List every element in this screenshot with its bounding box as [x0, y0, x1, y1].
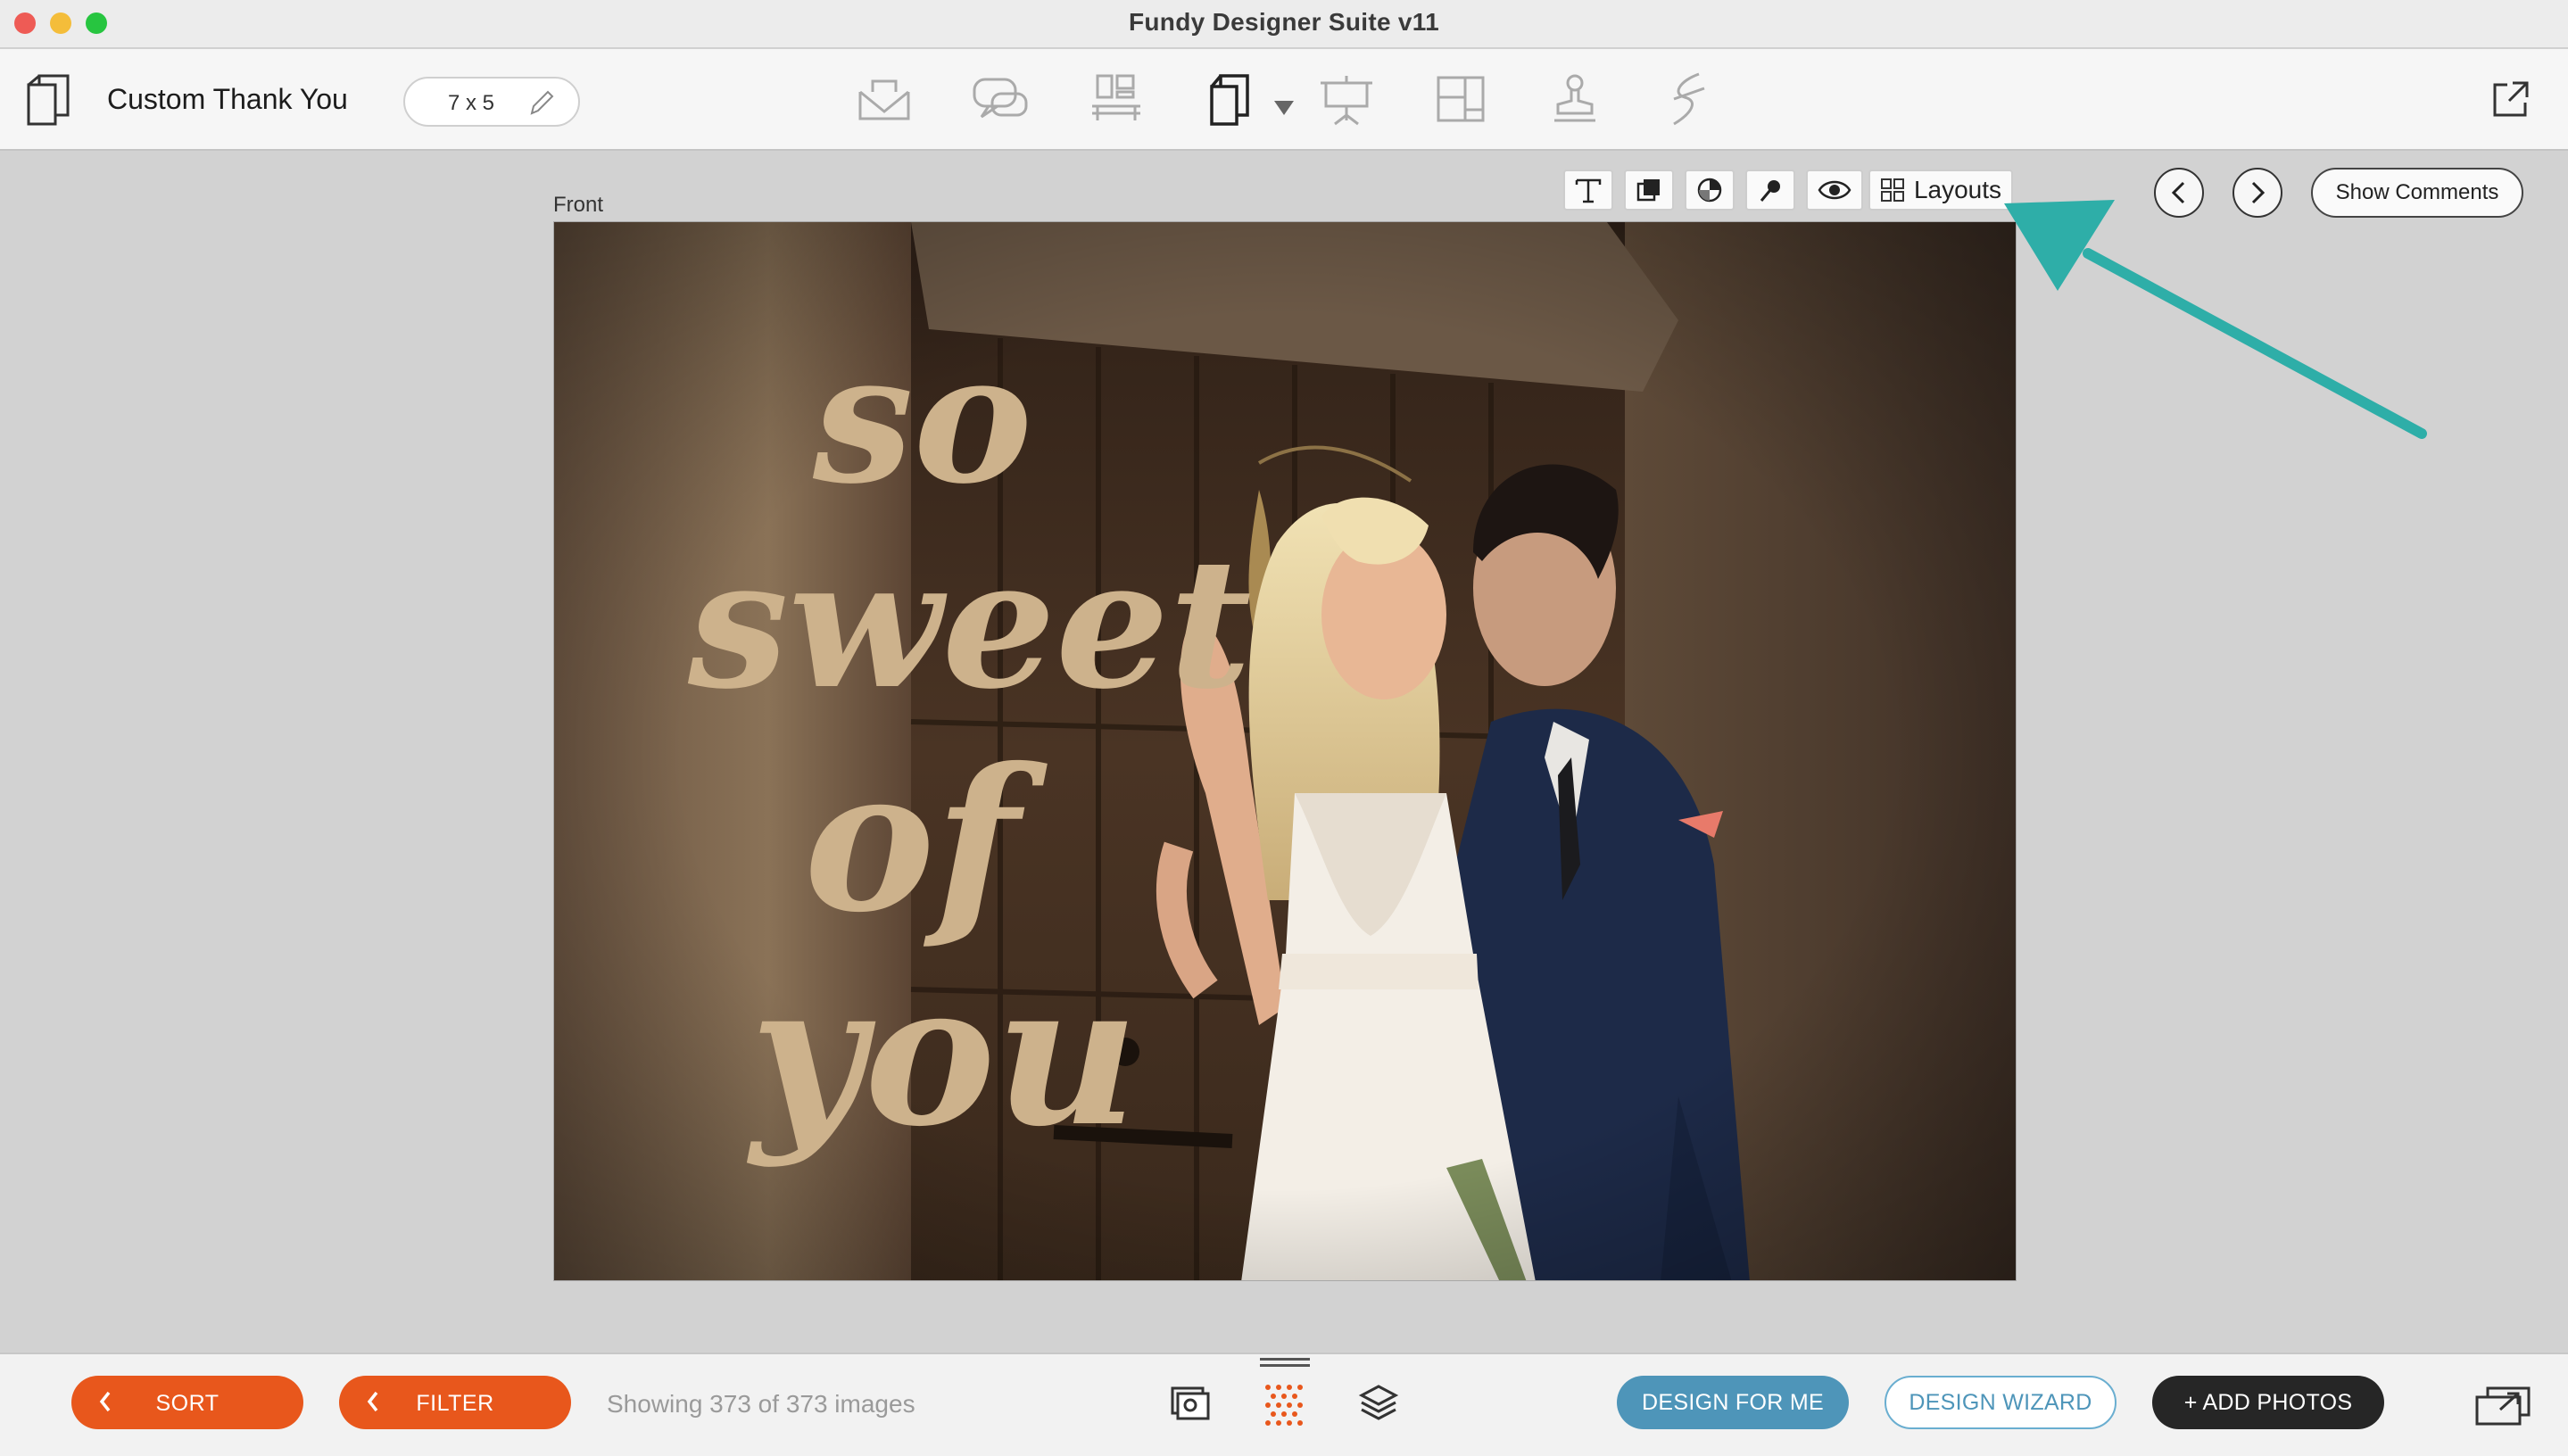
wall-art-icon[interactable] — [1085, 69, 1147, 131]
overlay-word-of: of — [804, 724, 1048, 956]
overlay-word-you: you — [746, 939, 1139, 1170]
color-tool-button[interactable] — [1685, 170, 1735, 211]
image-count-status: Showing 373 of 373 images — [607, 1390, 915, 1418]
annotation-arrow — [2004, 200, 2427, 439]
text-tool-button[interactable] — [1563, 170, 1613, 211]
active-product-caret — [1274, 101, 1294, 115]
popout-window-icon[interactable] — [2489, 78, 2532, 120]
preview-eye-icon — [1818, 180, 1851, 200]
size-value: 7 x 5 — [448, 91, 495, 115]
eyedropper-tool-icon — [1760, 180, 1780, 202]
layer-tool-icon — [1636, 179, 1660, 202]
card-side-label: Front — [553, 193, 604, 217]
sort-button[interactable]: SORT — [71, 1376, 303, 1429]
add-photos-button[interactable]: + ADD PHOTOS — [2152, 1376, 2384, 1429]
bottom-bar: SORT FILTER Showing 373 of 373 images DE… — [0, 1353, 2568, 1456]
window-titlebar: Fundy Designer Suite v11 — [0, 0, 2568, 48]
dot-grid-icon[interactable] — [1262, 1381, 1306, 1426]
filter-label: FILTER — [416, 1391, 494, 1416]
project-title[interactable]: Custom Thank You — [107, 83, 348, 116]
layer-tool-button[interactable] — [1624, 170, 1674, 211]
panel-resize-grip[interactable] — [1260, 1358, 1310, 1369]
speech-bubble-icon[interactable] — [969, 69, 1031, 131]
overlay-word-sweet: sweet — [687, 519, 1252, 729]
photo-stack-icon[interactable] — [1169, 1381, 1214, 1426]
product-card-icon — [27, 74, 70, 126]
text-tool-icon — [1575, 178, 1602, 203]
preview-button[interactable] — [1806, 170, 1863, 211]
window-title: Fundy Designer Suite v11 — [1129, 8, 1439, 36]
size-selector[interactable]: 7 x 5 — [403, 77, 580, 127]
main-toolbar: Custom Thank You 7 x 5 — [0, 49, 2568, 151]
layouts-grid-icon — [1880, 178, 1904, 202]
pencil-icon — [530, 90, 554, 115]
overlay-word-so: so — [812, 314, 1032, 524]
card-icon[interactable] — [1199, 69, 1262, 131]
layout-icon[interactable] — [1429, 69, 1492, 131]
color-tool-icon — [1697, 178, 1722, 203]
layers-icon[interactable] — [1356, 1381, 1401, 1426]
presentation-icon[interactable] — [1315, 69, 1378, 131]
design-wizard-button[interactable]: DESIGN WIZARD — [1885, 1376, 2117, 1429]
design-for-me-button[interactable]: DESIGN FOR ME — [1617, 1376, 1849, 1429]
signature-icon[interactable] — [1658, 69, 1720, 131]
filter-button[interactable]: FILTER — [339, 1376, 571, 1429]
wedding-photo[interactable]: so sweet of you — [554, 222, 2017, 1281]
card-design-canvas[interactable]: so sweet of you — [553, 221, 2017, 1281]
sort-label: SORT — [155, 1391, 220, 1416]
collapse-panel-icon[interactable] — [2473, 1383, 2532, 1427]
album-icon[interactable] — [853, 69, 915, 131]
eyedropper-tool-button[interactable] — [1745, 170, 1795, 211]
stamp-icon[interactable] — [1544, 69, 1606, 131]
